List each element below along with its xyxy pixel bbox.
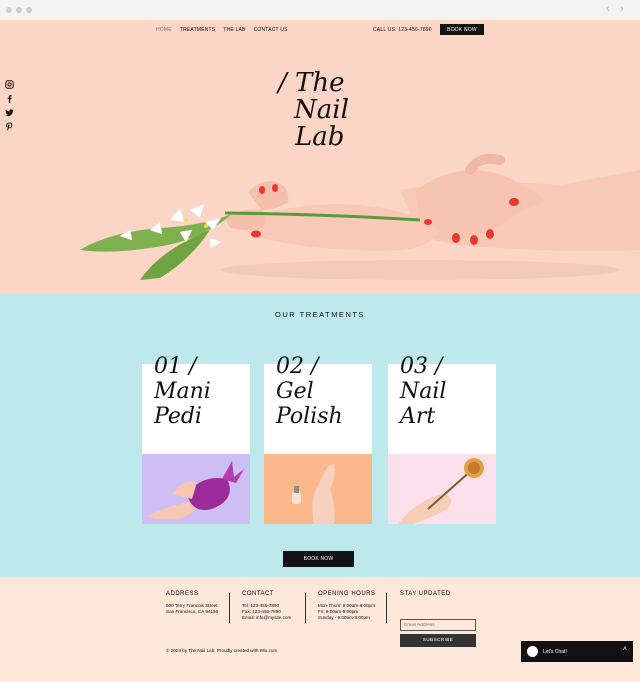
hero-title-line: Nail: [294, 95, 349, 125]
twitter-icon[interactable]: [5, 104, 14, 117]
address-line: San Francisco, CA 94158: [166, 609, 219, 614]
back-chevron-icon[interactable]: ‹: [606, 3, 610, 15]
card-title-line: Nail: [400, 379, 447, 404]
nav-item-contact-us[interactable]: CONTACT US: [254, 27, 288, 33]
nav-item-home[interactable]: HOME: [156, 27, 172, 33]
card-title-line: Art: [400, 404, 436, 429]
divider: [305, 593, 306, 623]
contact-heading: CONTACT: [242, 591, 275, 597]
facebook-icon[interactable]: [5, 90, 14, 103]
hero-title-line: / The: [278, 68, 345, 98]
card-number: 02 /: [276, 354, 319, 379]
window-dot-icon: [26, 7, 32, 13]
card-title-line: Pedi: [154, 404, 202, 429]
card-title-line: Gel: [276, 379, 314, 404]
pinterest-icon[interactable]: [5, 118, 14, 131]
card-title-line: Mani: [154, 379, 211, 404]
nav-item-the-lab[interactable]: THE LAB: [223, 27, 245, 33]
web-page: HOME TREATMENTS THE LAB CONTACT US CALL …: [0, 20, 640, 682]
chat-widget[interactable]: Let's Chat! ˄: [521, 641, 633, 662]
browser-chrome: ‹ ›: [0, 0, 640, 20]
hours-heading: OPENING HOURS: [318, 591, 376, 597]
footer-address: ADDRESS 500 Terry Francois Street San Fr…: [166, 591, 218, 615]
subscribe-button[interactable]: SUBSCRIBE: [400, 634, 476, 647]
card-number: 01 /: [154, 354, 197, 379]
forward-chevron-icon[interactable]: ›: [620, 3, 624, 15]
footer-hours: OPENING HOURS Mon-Thurs: 9:00am-8:00pm F…: [318, 591, 376, 621]
window-dot-icon: [6, 7, 12, 13]
call-us-text: CALL US: 123-456-7890: [373, 27, 432, 33]
card-number: 03 /: [400, 354, 443, 379]
treatment-card-nail-art[interactable]: 03 / Nail Art: [388, 354, 496, 524]
chat-avatar-icon: [527, 646, 538, 657]
nav-item-treatments[interactable]: TREATMENTS: [180, 27, 216, 33]
chevron-up-icon[interactable]: ˄: [623, 646, 627, 653]
treatments-heading: OUR TREATMENTS: [275, 310, 365, 319]
divider: [386, 593, 387, 623]
stay-updated-heading: STAY UPDATED: [400, 591, 451, 597]
social-bar: [5, 76, 14, 131]
instagram-icon[interactable]: [5, 76, 14, 89]
footer-contact: CONTACT Tel: 123-456-7890 Fax: 123-456-7…: [242, 591, 291, 621]
book-now-button[interactable]: BOOK NOW: [283, 551, 354, 567]
card-image-polish-bottle-hand: [264, 454, 372, 524]
contact-email[interactable]: Email: info@mysite.com: [242, 615, 291, 621]
card-image-pineapple-hands: [142, 454, 250, 524]
main-nav: HOME TREATMENTS THE LAB CONTACT US: [156, 27, 288, 33]
footer-newsletter: STAY UPDATED SUBSCRIBE: [400, 591, 480, 651]
email-input[interactable]: [400, 619, 476, 631]
treatment-card-mani-pedi[interactable]: 01 / Mani Pedi: [142, 354, 250, 524]
hero-hands-flowers-image: [80, 153, 640, 280]
treatments-section: OUR TREATMENTS 01 / Mani Pedi 02 / Gel P…: [0, 294, 640, 577]
book-now-button[interactable]: BOOK NOW: [440, 24, 484, 35]
copyright-text: © 2023 by The Nail Lab. Proudly created …: [166, 648, 278, 653]
hours-line: Sunday - 9:00am-8:00pm: [318, 615, 370, 620]
address-heading: ADDRESS: [166, 591, 199, 597]
chat-label: Let's Chat!: [543, 648, 567, 655]
card-image-flower-hand: [388, 454, 496, 524]
hero-section: HOME TREATMENTS THE LAB CONTACT US CALL …: [0, 20, 640, 294]
window-dot-icon: [16, 7, 22, 13]
treatment-card-gel-polish[interactable]: 02 / Gel Polish: [264, 354, 372, 524]
divider: [229, 593, 230, 623]
footer-section: ADDRESS 500 Terry Francois Street San Fr…: [0, 577, 640, 682]
card-title-line: Polish: [276, 404, 343, 429]
